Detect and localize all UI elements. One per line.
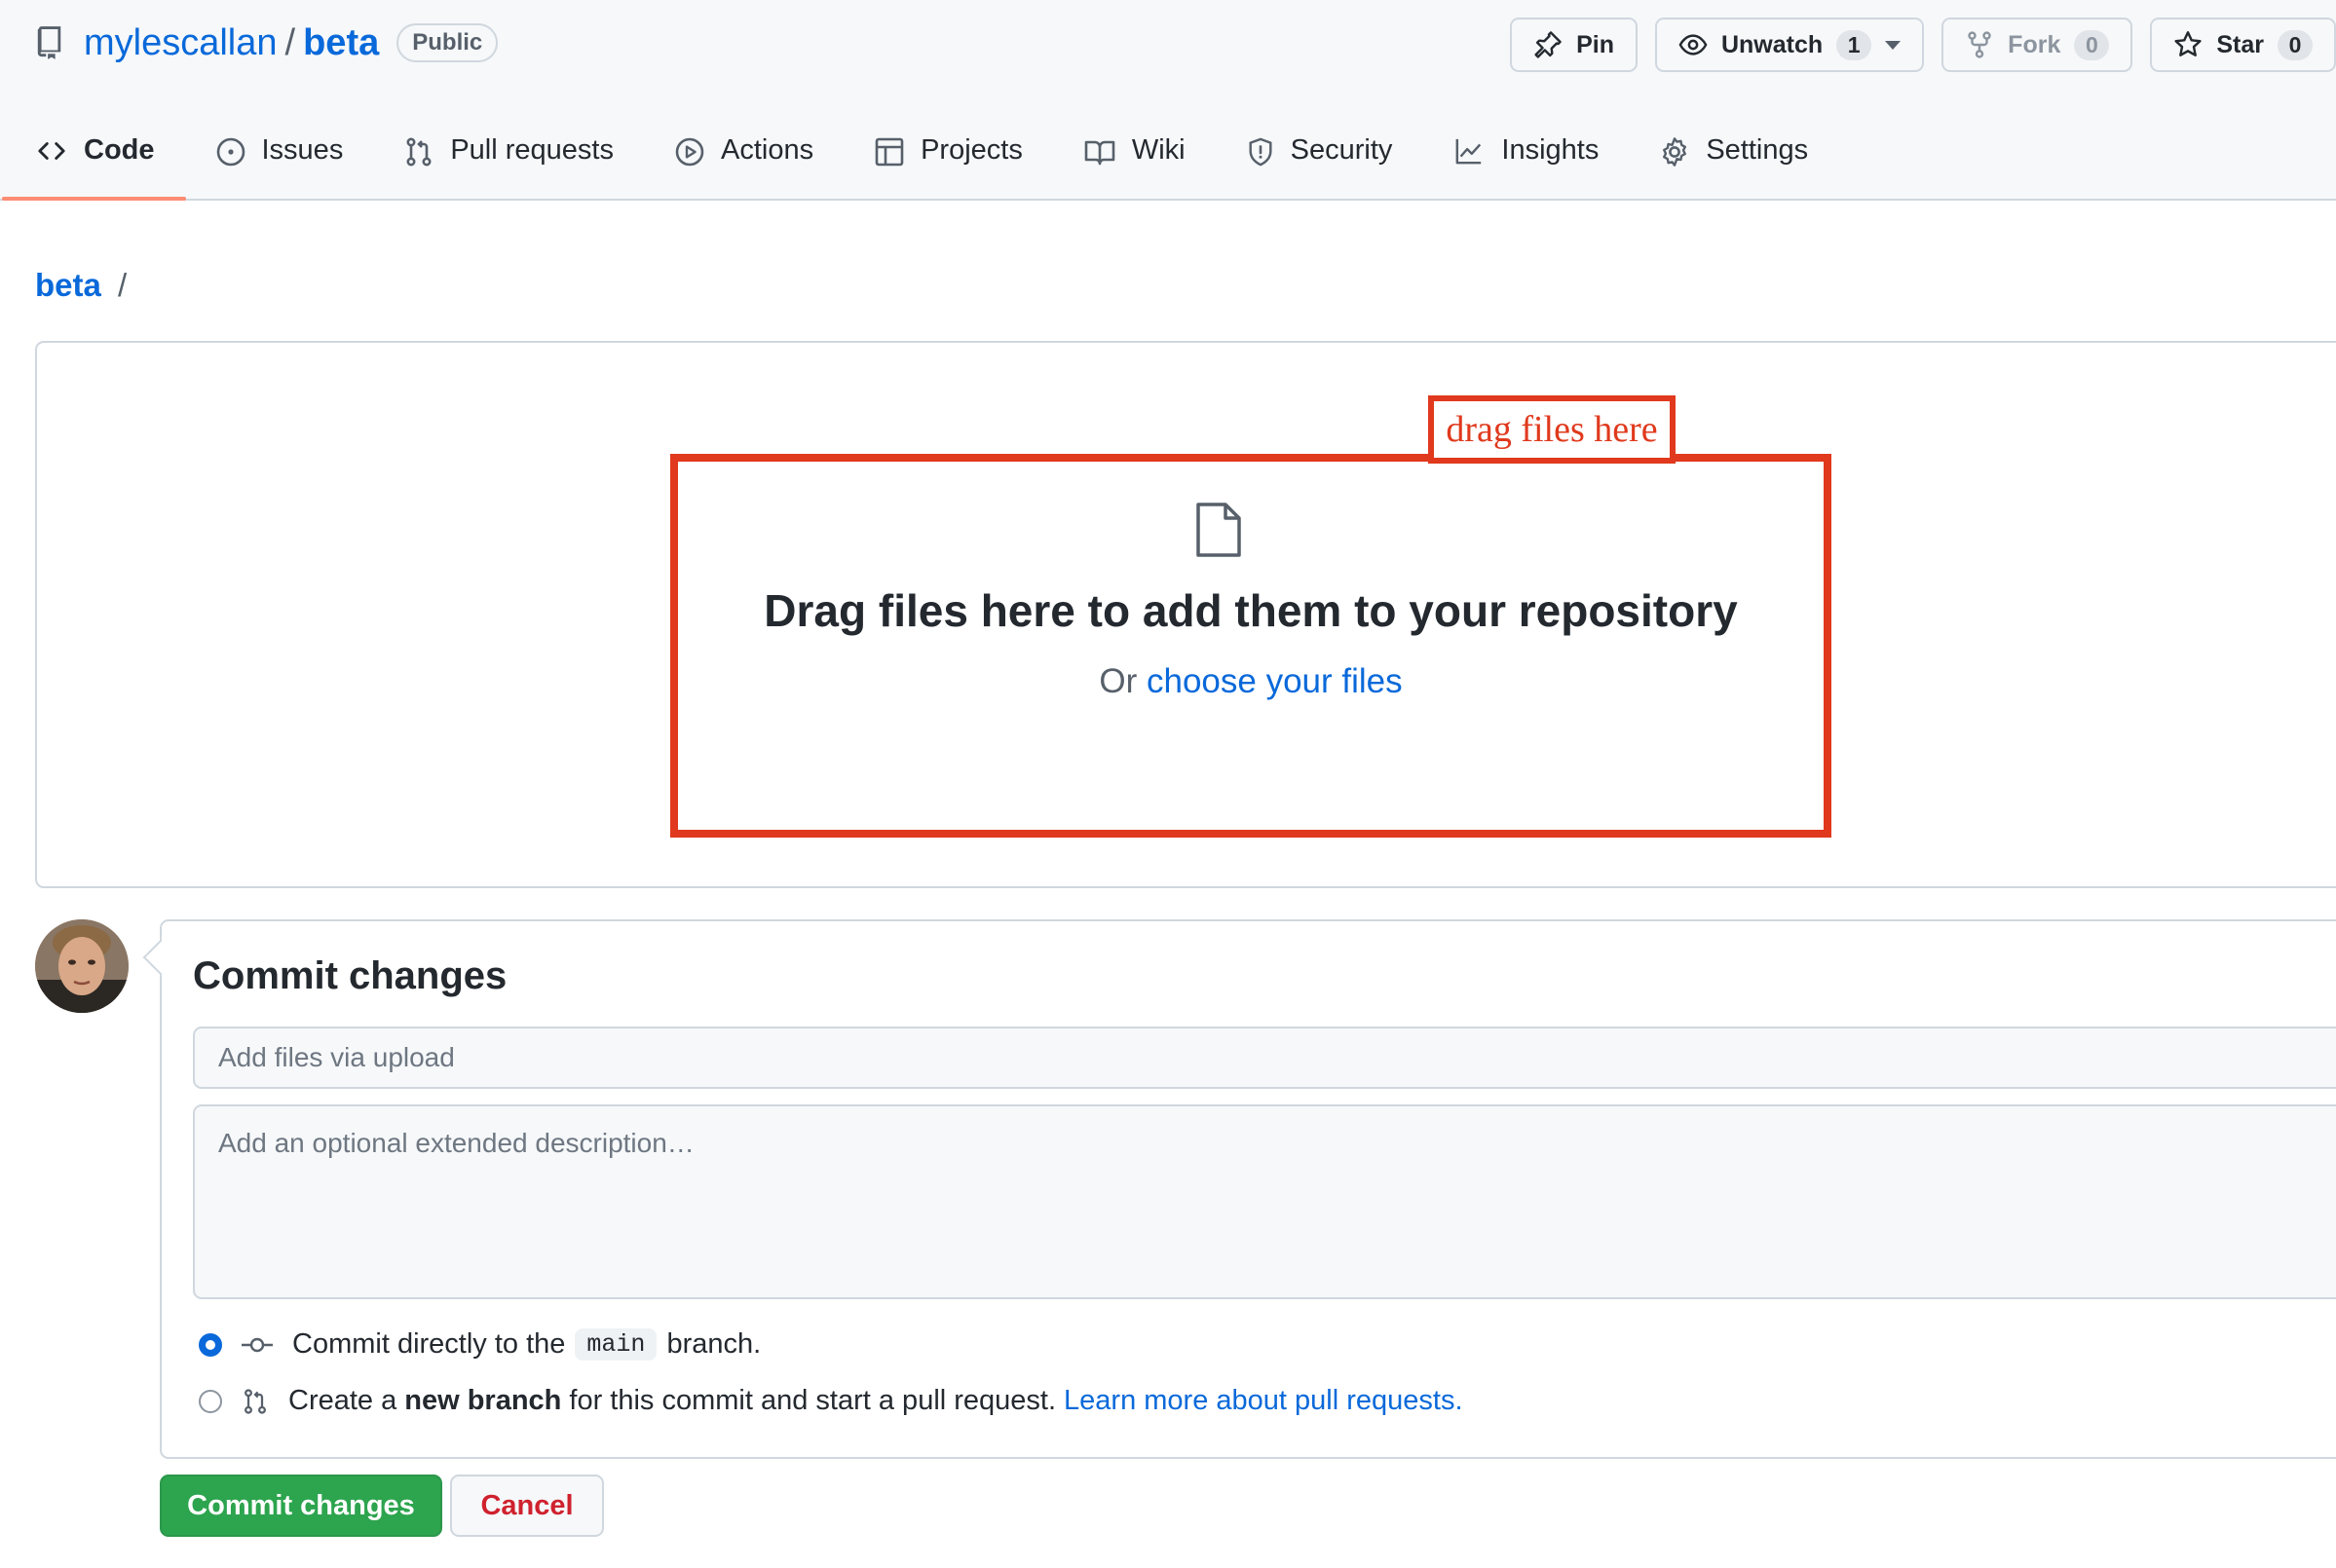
repo-header: mylescallan / beta Public Pin Unwatch 1 …: [0, 0, 2336, 201]
tab-issues[interactable]: Issues: [215, 123, 344, 201]
new-branch-suffix: for this commit and start a pull request…: [569, 1385, 1057, 1416]
repo-title: mylescallan / beta Public: [35, 18, 499, 68]
repo-icon: [35, 25, 64, 60]
git-commit-icon: [242, 1335, 273, 1355]
unwatch-button[interactable]: Unwatch 1: [1654, 18, 1925, 72]
watchers-count: 1: [1836, 29, 1872, 60]
star-label: Star: [2216, 30, 2264, 58]
fork-icon: [1968, 31, 1991, 58]
fork-button[interactable]: Fork 0: [1941, 18, 2133, 72]
cancel-button[interactable]: Cancel: [450, 1475, 604, 1537]
tab-settings-label: Settings: [1706, 134, 1809, 166]
tab-pull-requests-label: Pull requests: [450, 134, 614, 166]
repo-nav-tabs: Code Issues Pull requests Actions Projec…: [2, 123, 1868, 201]
annotation-label: drag files here: [1428, 395, 1676, 464]
commit-summary-input[interactable]: [193, 1027, 2336, 1089]
tab-pull-requests[interactable]: Pull requests: [403, 123, 614, 201]
tab-insights[interactable]: Insights: [1452, 123, 1599, 201]
gear-icon: [1663, 137, 1687, 167]
commit-direct-text: Commit directly to the: [292, 1328, 566, 1360]
star-button[interactable]: Star 0: [2150, 18, 2336, 72]
commit-direct-option[interactable]: Commit directly to the main branch.: [199, 1328, 761, 1361]
tab-security-label: Security: [1290, 134, 1393, 166]
breadcrumb: beta /: [35, 267, 127, 304]
tab-settings[interactable]: Settings: [1659, 123, 1808, 201]
stars-count: 0: [2278, 29, 2313, 60]
repo-path-separator: /: [284, 21, 296, 63]
dropzone-subtitle: Or choose your files: [670, 662, 1831, 701]
play-icon: [675, 137, 704, 167]
tab-actions[interactable]: Actions: [674, 123, 813, 201]
commit-direct-radio[interactable]: [199, 1332, 222, 1357]
tab-wiki[interactable]: Wiki: [1083, 123, 1186, 201]
issue-opened-icon: [216, 137, 245, 167]
tab-security[interactable]: Security: [1246, 123, 1393, 201]
git-pull-request-icon: [406, 137, 432, 167]
branch-name-chip: main: [575, 1328, 658, 1361]
dropzone-title: Drag files here to add them to your repo…: [764, 585, 1738, 636]
commit-direct-suffix: branch.: [666, 1328, 762, 1360]
tab-code-label: Code: [84, 134, 155, 166]
pin-label: Pin: [1576, 30, 1614, 58]
annotation-highlight-box: [670, 454, 1831, 838]
new-branch-bold: new branch: [404, 1385, 562, 1416]
pin-icon: [1534, 31, 1562, 58]
graph-icon: [1455, 138, 1482, 165]
eye-icon: [1678, 34, 1708, 56]
breadcrumb-separator: /: [118, 267, 128, 303]
new-branch-prefix: Create a: [288, 1385, 397, 1416]
star-icon: [2174, 31, 2202, 56]
code-icon: [38, 142, 65, 160]
repo-name-link[interactable]: beta: [303, 22, 379, 64]
shield-icon: [1249, 137, 1272, 167]
book-icon: [1084, 140, 1115, 166]
fork-label: Fork: [2008, 30, 2061, 58]
unwatch-label: Unwatch: [1720, 30, 1824, 58]
tab-projects[interactable]: Projects: [874, 123, 1023, 201]
visibility-badge: Public: [396, 23, 499, 62]
tab-code[interactable]: Code: [2, 123, 185, 201]
table-icon: [875, 137, 904, 167]
learn-more-pull-requests-link[interactable]: Learn more about pull requests.: [1064, 1385, 1462, 1417]
repo-actions: Pin Unwatch 1 Fork 0 Star 0: [1492, 18, 2336, 72]
commit-form-title: Commit changes: [193, 954, 508, 997]
git-pull-request-icon: [242, 1387, 269, 1416]
chevron-down-icon[interactable]: [1885, 40, 1902, 50]
tab-actions-label: Actions: [720, 134, 814, 166]
breadcrumb-repo-link[interactable]: beta: [35, 267, 101, 303]
new-branch-radio[interactable]: [199, 1389, 222, 1413]
repo-owner-link[interactable]: mylescallan: [84, 22, 278, 64]
tab-issues-label: Issues: [261, 134, 344, 166]
new-branch-option[interactable]: Create a new branch for this commit and …: [199, 1385, 1463, 1417]
dropzone-or-text: Or: [1099, 662, 1138, 700]
commit-changes-button[interactable]: Commit changes: [160, 1475, 442, 1537]
forks-count: 0: [2074, 29, 2110, 60]
choose-files-link[interactable]: choose your files: [1147, 662, 1403, 700]
tab-insights-label: Insights: [1501, 134, 1600, 166]
avatar: [35, 919, 129, 1013]
tab-projects-label: Projects: [921, 134, 1023, 166]
file-icon: [1194, 501, 1243, 559]
pin-button[interactable]: Pin: [1510, 18, 1638, 72]
tab-wiki-label: Wiki: [1131, 134, 1186, 166]
commit-description-textarea[interactable]: [193, 1104, 2336, 1299]
